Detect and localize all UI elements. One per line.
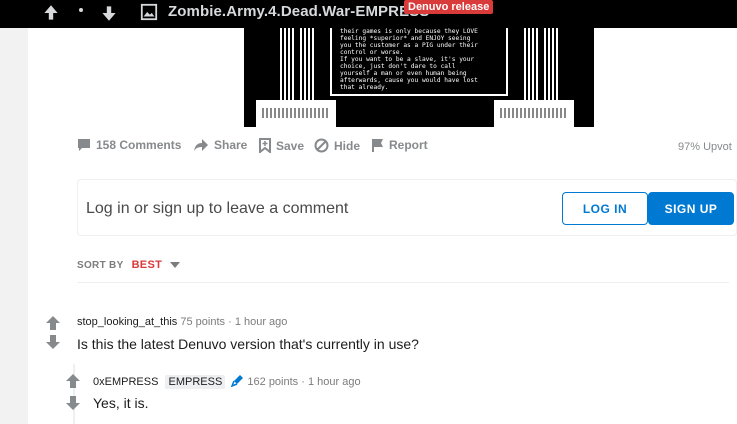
terminal-text: their games is only because they LOVE fe…: [340, 28, 478, 91]
share-label: Share: [214, 138, 248, 152]
comment-author[interactable]: stop_looking_at_this: [77, 316, 177, 328]
comments-button[interactable]: 158 Comments: [77, 138, 181, 152]
reply-time[interactable]: 1 hour ago: [308, 376, 361, 388]
post-header-bar: Zombie.Army.4.Dead.War-EMPRESS Denuvo re…: [0, 0, 737, 28]
reply-author[interactable]: 0xEMPRESS: [93, 376, 158, 388]
comment-time[interactable]: 1 hour ago: [235, 316, 288, 328]
reply-points: 162 points: [247, 376, 299, 388]
comments-divider: [77, 282, 729, 283]
post-image[interactable]: their games is only because they LOVE fe…: [244, 28, 594, 127]
pillar-left-outer: [280, 28, 294, 100]
left-gutter: [0, 28, 28, 424]
comment-points: 75 points: [180, 316, 226, 328]
comment-body: Is this the latest Denuvo version that's…: [77, 336, 419, 352]
meta-dot: ·: [228, 316, 232, 328]
comment-downvote-icon[interactable]: [45, 334, 61, 350]
sort-label: SORT BY: [77, 259, 124, 271]
login-prompt-text: Log in or sign up to leave a comment: [86, 200, 349, 217]
caret-down-icon: [170, 262, 181, 268]
base-right: [494, 100, 574, 127]
terminal-window: their games is only because they LOVE fe…: [330, 28, 508, 96]
downvote-arrow-icon[interactable]: [98, 2, 120, 24]
reply-upvote-icon[interactable]: [65, 373, 81, 389]
share-icon: [194, 139, 208, 151]
meta-dot: ·: [301, 376, 305, 388]
post-title[interactable]: Zombie.Army.4.Dead.War-EMPRESS: [168, 3, 429, 20]
hide-icon: [314, 138, 329, 153]
sort-value: BEST: [131, 259, 163, 271]
pillar-left-inner: [300, 28, 314, 100]
report-label: Report: [389, 138, 428, 152]
log-in-button[interactable]: LOG IN: [562, 192, 648, 225]
save-label: Save: [276, 138, 305, 153]
hide-button[interactable]: Hide: [314, 138, 360, 153]
report-button[interactable]: Report: [371, 138, 428, 152]
bookmark-icon: [259, 138, 271, 153]
sort-control[interactable]: SORT BY BEST: [77, 259, 181, 271]
save-button[interactable]: Save: [259, 138, 304, 153]
image-post-icon: [140, 3, 158, 21]
hide-label: Hide: [334, 138, 361, 153]
flag-icon: [372, 139, 383, 152]
comment-meta: stop_looking_at_this 75 points · 1 hour …: [77, 316, 287, 328]
reply-body: Yes, it is.: [93, 395, 149, 411]
sign-up-button[interactable]: SIGN UP: [648, 192, 734, 225]
pillar-right-inner: [524, 28, 538, 100]
comment-upvote-icon[interactable]: [45, 315, 61, 331]
upvote-ratio: 97% Upvot: [678, 141, 732, 153]
comments-count: 158 Comments: [96, 138, 182, 152]
user-flair: EMPRESS: [165, 375, 226, 389]
reply-downvote-icon[interactable]: [65, 395, 81, 411]
comment-icon: [78, 139, 90, 151]
separator-dot-icon: [79, 8, 83, 12]
reply-meta: 0xEMPRESS EMPRESS 162 points · 1 hour ag…: [93, 374, 361, 389]
comment-login-box: Log in or sign up to leave a comment LOG…: [77, 179, 737, 236]
pillar-right-outer: [544, 28, 558, 100]
microphone-icon: [230, 375, 244, 388]
post-flair[interactable]: Denuvo release: [404, 0, 494, 14]
base-left: [256, 100, 336, 127]
upvote-arrow-icon[interactable]: [40, 2, 62, 24]
share-button[interactable]: Share: [193, 138, 247, 152]
